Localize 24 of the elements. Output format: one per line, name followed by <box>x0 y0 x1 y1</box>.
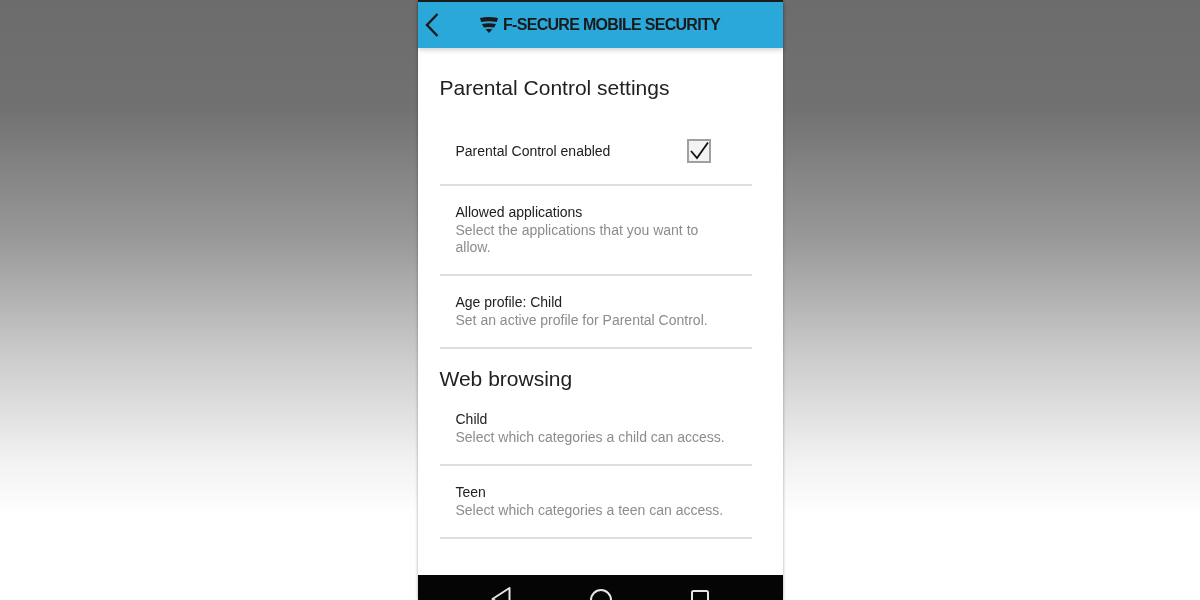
settings-item[interactable]: Teen Select which categories a teen can access. <box>439 466 752 539</box>
section-title: Parental Control settings <box>439 75 671 101</box>
section-title: Web browsing <box>439 366 574 392</box>
item-description: Set an active profile for Parental Control. <box>455 312 709 329</box>
item-title: Age profile: Child <box>455 293 564 312</box>
checkbox[interactable] <box>686 139 711 163</box>
settings-item[interactable]: Child Select which categories a child can access. <box>439 393 752 466</box>
item-title: Allowed applications <box>455 203 584 222</box>
item-title: Child <box>455 410 489 429</box>
item-title: Teen <box>455 483 487 502</box>
settings-item[interactable]: Age profile: Child Set an active profile for Parental Control. <box>439 276 752 349</box>
item-description: Select which categories a teen can access. <box>455 502 725 519</box>
recents-icon[interactable] <box>691 590 709 600</box>
nav-back-icon[interactable] <box>491 587 511 600</box>
checkmark-icon <box>688 141 709 161</box>
settings-item[interactable]: Allowed applications Select the applications that you want to allow. <box>439 186 752 276</box>
item-title: Parental Control enabled <box>455 142 611 161</box>
item-description: Select the applications that you want to allow. <box>455 222 700 256</box>
app-title: F-SECURE MOBILE SECURITY <box>503 16 720 34</box>
logo-icon <box>480 17 498 33</box>
item-description: Select which categories a child can access. <box>455 429 726 446</box>
home-icon[interactable] <box>590 588 612 600</box>
back-icon[interactable] <box>424 13 439 37</box>
settings-item[interactable]: Parental Control enabled <box>439 102 752 186</box>
